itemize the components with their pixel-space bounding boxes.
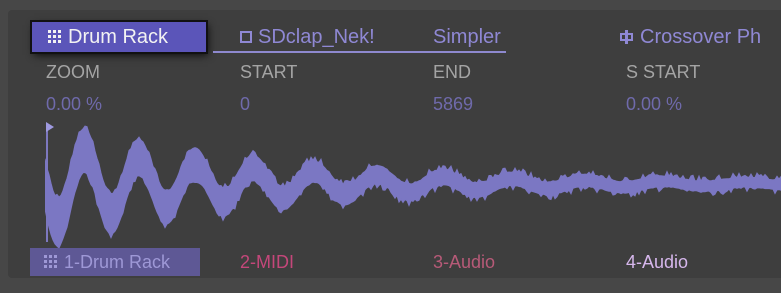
tab-drum-rack[interactable]: Drum Rack [32,22,206,52]
track-audio-4[interactable]: 4-Audio [626,248,688,276]
grid-icon [48,30,62,44]
tab-simpler[interactable]: Simpler [433,24,501,50]
end-value[interactable]: 5869 [433,94,473,115]
square-icon [240,31,252,43]
s-start-label: S START [626,62,701,82]
device-view-frame: Drum Rack SDclap_Nek! Simpler Crossover … [0,0,781,293]
tab-sample[interactable]: SDclap_Nek! [240,24,375,50]
tab-drum-rack-label: Drum Rack [68,25,169,48]
track-drum-rack-label: 1-Drum Rack [64,251,171,272]
track-audio-4-label: 4-Audio [626,251,689,272]
track-midi[interactable]: 2-MIDI [240,248,294,276]
s-start-value[interactable]: 0.00 % [626,94,682,115]
tab-simpler-label: Simpler [433,25,501,48]
track-midi-label: 2-MIDI [240,251,294,272]
tab-crossover[interactable]: Crossover Ph [620,24,761,50]
tab-sample-label: SDclap_Nek! [258,25,375,48]
track-audio-3-label: 3-Audio [433,251,496,272]
simpler-device-panel: Drum Rack SDclap_Nek! Simpler Crossover … [8,10,781,278]
waveform-display[interactable] [45,118,781,250]
track-drum-rack[interactable]: 1-Drum Rack [30,248,200,276]
tab-crossover-label: Crossover Ph [640,25,762,48]
grid-icon [44,255,58,269]
crossover-icon [620,30,633,44]
zoom-value[interactable]: 0.00 % [46,94,102,115]
end-label: END [433,62,472,82]
track-audio-3[interactable]: 3-Audio [433,248,495,276]
device-tab-bar: Drum Rack SDclap_Nek! Simpler Crossover … [8,10,781,56]
zoom-label: ZOOM [46,62,100,82]
tab-underline [213,51,506,53]
start-value[interactable]: 0 [240,94,250,115]
start-label: START [240,62,298,82]
waveform [45,125,781,249]
